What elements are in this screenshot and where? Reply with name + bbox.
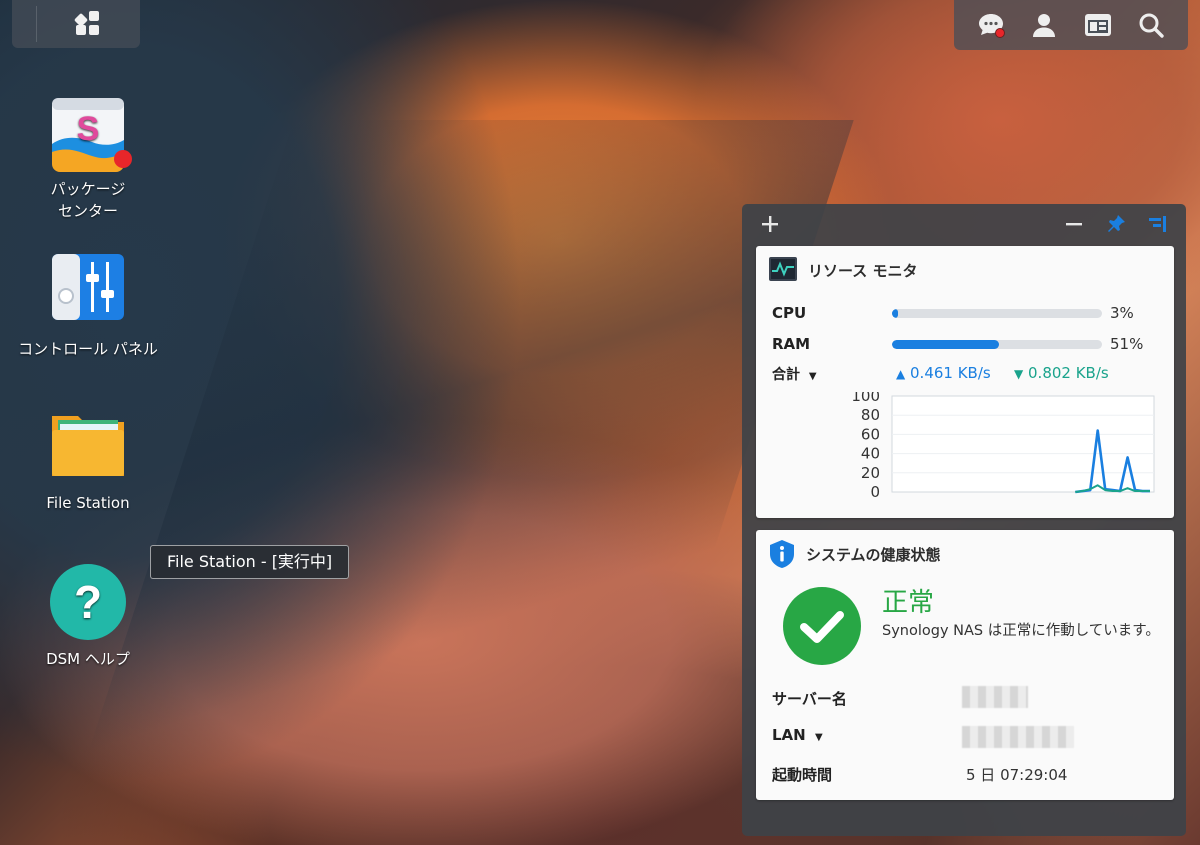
resource-monitor-title: リソース モニタ <box>808 262 918 280</box>
health-description: Synology NAS は正常に作動しています。 <box>882 623 1160 639</box>
search-icon[interactable] <box>1135 9 1167 41</box>
upload-rate: ▲ 0.461 KB/s <box>896 364 991 382</box>
uptime-label: 起動時間 <box>772 766 833 784</box>
chart-plot-area <box>891 395 1155 493</box>
widget-toolbar <box>742 204 1186 244</box>
desktop-icon-label: コントロール パネル <box>18 340 158 358</box>
uptime-value: 5 日 07:29:04 <box>966 766 1068 784</box>
desktop-icon-label: パッケージ <box>50 180 126 198</box>
cpu-percent: 3% <box>1110 304 1134 322</box>
network-chart: 1008060 40200 <box>851 392 1155 501</box>
cpu-bar <box>892 309 1102 318</box>
file-station-icon <box>48 406 128 486</box>
status-ok-icon <box>782 586 862 670</box>
taskbar-left <box>12 0 140 48</box>
y-tick-label: 80 <box>861 406 880 424</box>
network-total-label: 合計 <box>772 367 800 383</box>
lan-label: LAN <box>772 726 806 744</box>
y-tick-label: 0 <box>870 483 880 501</box>
add-widget-button[interactable] <box>758 212 782 236</box>
chevron-down-icon: ▼ <box>808 371 817 382</box>
control-panel-icon <box>48 252 128 332</box>
pin-icon[interactable] <box>1104 212 1128 236</box>
ram-bar <box>892 340 1102 349</box>
dsm-help-icon: ? <box>48 562 128 642</box>
desktop-icon-file-station[interactable]: File Station <box>3 406 173 514</box>
server-name-label: サーバー名 <box>772 690 847 708</box>
ram-bar-fill <box>892 340 1000 349</box>
download-arrow-icon: ▼ <box>1014 367 1024 381</box>
desktop-icon-label: DSM ヘルプ <box>46 650 130 668</box>
lan-dropdown[interactable]: LAN ▼ <box>772 726 823 744</box>
taskbar-separator <box>36 6 37 42</box>
user-icon[interactable] <box>1028 9 1060 41</box>
desktop-icon-control-panel[interactable]: コントロール パネル <box>3 252 173 360</box>
cpu-bar-fill <box>892 309 899 318</box>
cpu-label: CPU <box>772 304 807 322</box>
desktop-icon-label: センター <box>57 202 118 220</box>
desktop-icon-label: File Station <box>46 494 130 512</box>
info-icon <box>768 539 796 573</box>
taskbar-right <box>954 0 1188 50</box>
dock-right-icon[interactable] <box>1146 212 1170 236</box>
notifications-icon[interactable] <box>975 9 1007 41</box>
y-tick-label: 60 <box>861 425 880 443</box>
upload-rate-value: 0.461 KB/s <box>910 364 991 382</box>
chevron-down-icon: ▼ <box>814 732 823 743</box>
widgets-icon[interactable] <box>1082 9 1114 41</box>
resource-monitor-icon <box>768 256 798 286</box>
svg-text:?: ? <box>74 576 102 628</box>
update-badge <box>114 150 132 168</box>
main-menu-icon[interactable] <box>73 11 102 37</box>
upload-arrow-icon: ▲ <box>896 367 906 381</box>
desktop-icon-dsm-help[interactable]: ? DSM ヘルプ <box>3 562 173 670</box>
download-rate-value: 0.802 KB/s <box>1028 364 1109 382</box>
network-total-dropdown[interactable]: 合計 ▼ <box>772 364 817 384</box>
lan-value-redacted <box>962 726 1074 748</box>
file-station-tooltip: File Station - [実行中] <box>150 545 350 579</box>
health-status: 正常 <box>882 588 935 618</box>
widget-panel: リソース モニタ CPU 3% RAM 51% 合計 ▼ ▲ 0.461 KB/… <box>742 204 1186 836</box>
minimize-widget-button[interactable] <box>1062 212 1086 236</box>
download-rate: ▼ 0.802 KB/s <box>1014 364 1109 382</box>
system-health-title: システムの健康状態 <box>806 546 941 564</box>
y-tick-label: 100 <box>851 392 880 405</box>
ram-label: RAM <box>772 335 811 353</box>
resource-monitor-card: リソース モニタ CPU 3% RAM 51% 合計 ▼ ▲ 0.461 KB/… <box>756 246 1174 518</box>
notification-badge <box>994 28 1005 38</box>
y-tick-label: 20 <box>861 464 880 482</box>
package-center-icon: S <box>48 92 132 172</box>
server-name-value-redacted <box>962 686 1028 708</box>
system-health-card: システムの健康状態 正常 Synology NAS は正常に作動しています。 サ… <box>756 530 1174 800</box>
desktop-icon-package-center[interactable]: S パッケージ センター <box>3 92 173 222</box>
y-tick-label: 40 <box>861 445 880 463</box>
svg-text:S: S <box>77 110 100 148</box>
wallpaper-shade <box>66 120 854 820</box>
ram-percent: 51% <box>1110 335 1144 353</box>
